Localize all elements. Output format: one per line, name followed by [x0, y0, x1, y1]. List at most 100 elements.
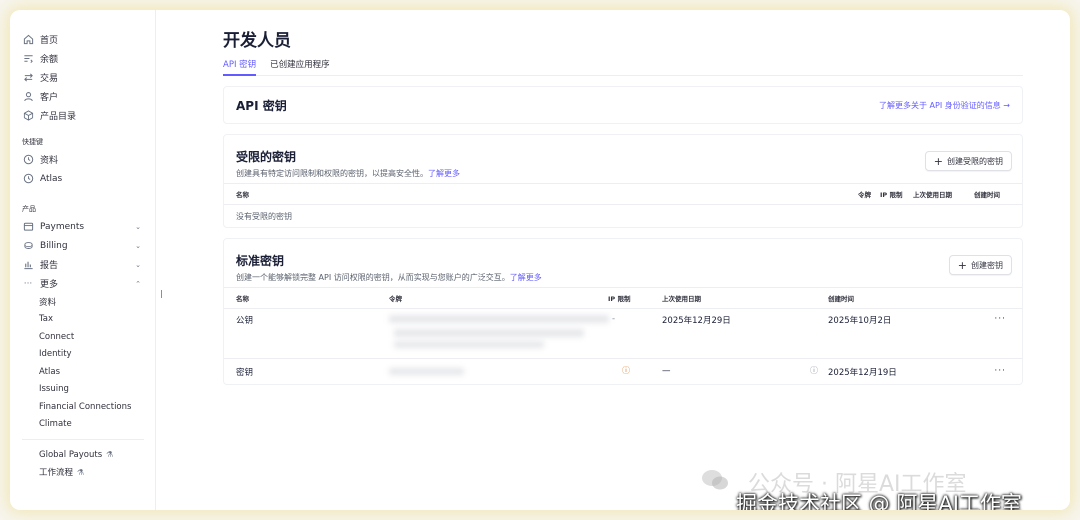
key-name: 密钥 [236, 368, 254, 378]
sidebar-item-label: 首页 [40, 36, 59, 46]
warning-icon[interactable]: ⓘ [622, 365, 630, 376]
column-header-token: 令牌 [858, 191, 871, 199]
sidebar-item-balance[interactable]: 余额 [10, 49, 155, 68]
payments-icon [22, 221, 34, 233]
app-window: 首页 余额 交易 客户 产品目录 快捷键 资料 Atlas 产品 Payment… [10, 10, 1070, 510]
button-label: 创建密钥 [971, 260, 1003, 270]
sidebar-item-label: 产品目录 [40, 112, 77, 122]
sidebar-item-customers[interactable]: 客户 [10, 87, 155, 106]
more-icon: ··· [23, 278, 33, 289]
restricted-keys-heading: 受限的密钥 [236, 150, 297, 164]
main-content: 开发人员 API 密钥 已创建应用程序 API 密钥 了解更多关于 API 身份… [223, 26, 1023, 385]
column-header-last-used: 上次使用日期 [913, 191, 952, 199]
sidebar-subitem-climate[interactable]: Climate [10, 416, 155, 434]
column-header-ip: IP 限制 [608, 295, 631, 303]
created-date: 2025年12月19日 [828, 368, 897, 378]
redacted-token [394, 329, 584, 337]
chevron-down-icon[interactable]: ⌄ [135, 242, 141, 250]
home-icon [22, 34, 34, 46]
sidebar-item-billing[interactable]: Billing ⌄ [10, 236, 155, 255]
plus-icon: + [957, 258, 967, 272]
sidebar-subitem-atlas[interactable]: Atlas [10, 363, 155, 381]
sidebar-item-label: 交易 [40, 74, 59, 84]
last-used-date: 2025年12月29日 [662, 316, 731, 326]
api-keys-header-card: API 密钥 了解更多关于 API 身份验证的信息 → [223, 86, 1023, 124]
create-restricted-key-button[interactable]: + 创建受限的密钥 [924, 151, 1012, 171]
description-text: 创建具有特定访问限制和权限的密钥，以提高安全性。 [236, 169, 428, 178]
restricted-keys-table-header: 名称 令牌 IP 限制 上次使用日期 创建时间 [224, 183, 1022, 205]
tab-api-keys[interactable]: API 密钥 [223, 58, 257, 76]
customer-icon [22, 91, 34, 103]
sidebar-divider [22, 439, 144, 440]
sidebar-item-reports[interactable]: 报告 ⌄ [10, 255, 155, 274]
standard-keys-description: 创建一个能够解锁完整 API 访问权限的密钥，从而实现与您账户的广泛交互。了解更… [236, 272, 1022, 283]
row-menu-button[interactable]: ··· [994, 366, 1006, 376]
ip-restriction-value: - [612, 314, 616, 324]
sidebar-item-global-payouts[interactable]: Global Payouts ⚗ [10, 446, 155, 464]
sidebar-item-label: 更多 [40, 280, 59, 290]
description-text: 创建一个能够解锁完整 API 访问权限的密钥，从而实现与您账户的广泛交互。 [236, 273, 510, 282]
sidebar-item-label: Billing [40, 240, 68, 251]
chevron-up-icon[interactable]: ⌃ [135, 280, 141, 288]
billing-icon [22, 240, 34, 252]
chevron-down-icon[interactable]: ⌄ [135, 223, 141, 231]
sidebar-item-home[interactable]: 首页 [10, 30, 155, 49]
info-icon[interactable]: ⓘ [810, 365, 818, 376]
column-header-name: 名称 [236, 295, 249, 303]
sidebar-item-workflows[interactable]: 工作流程 ⚗ [10, 464, 155, 482]
button-label: 创建受限的密钥 [947, 156, 1003, 166]
sidebar-shortcut-atlas[interactable]: Atlas [10, 169, 155, 188]
standard-keys-section: 标准密钥 创建一个能够解锁完整 API 访问权限的密钥，从而实现与您账户的广泛交… [223, 238, 1023, 385]
column-header-name: 名称 [236, 191, 249, 199]
column-header-ip: IP 限制 [880, 191, 903, 199]
chevron-down-icon[interactable]: ⌄ [135, 261, 141, 269]
column-header-token: 令牌 [389, 295, 402, 303]
learn-more-link[interactable]: 了解更多 [510, 273, 542, 282]
sidebar-item-label: 工作流程 [39, 468, 74, 479]
wechat-logo-icon [702, 470, 728, 490]
sidebar-subitem-issuing[interactable]: Issuing [10, 381, 155, 399]
sidebar-item-more[interactable]: ··· 更多 ⌃ [10, 274, 155, 293]
sidebar-subitem-connect[interactable]: Connect [10, 328, 155, 346]
balance-icon [22, 53, 34, 65]
tab-created-apps[interactable]: 已创建应用程序 [270, 58, 330, 76]
beta-flask-icon: ⚗ [106, 450, 114, 460]
sidebar-resize-handle[interactable] [161, 290, 162, 298]
sidebar-subitem-financial-connections[interactable]: Financial Connections [10, 398, 155, 416]
sidebar-item-label: 资料 [40, 156, 59, 166]
sidebar-item-label: 余额 [40, 55, 59, 65]
sidebar-item-label: Atlas [40, 173, 63, 184]
table-row[interactable]: 密钥 ⓘ — ⓘ 2025年12月19日 ··· [224, 359, 1022, 384]
restricted-keys-description: 创建具有特定访问限制和权限的密钥，以提高安全性。了解更多 [236, 168, 1022, 179]
tab-bar: API 密钥 已创建应用程序 [223, 58, 1023, 76]
beta-flask-icon: ⚗ [77, 467, 85, 477]
sidebar-subitem-tax[interactable]: Tax [10, 311, 155, 329]
sidebar-item-transactions[interactable]: 交易 [10, 68, 155, 87]
plus-icon: + [933, 154, 943, 168]
sidebar-item-product-catalog[interactable]: 产品目录 [10, 106, 155, 125]
redacted-token [389, 315, 609, 323]
standard-keys-header: 标准密钥 创建一个能够解锁完整 API 访问权限的密钥，从而实现与您账户的广泛交… [224, 239, 1022, 287]
create-key-button[interactable]: + 创建密钥 [948, 255, 1012, 275]
sidebar-subitem-profile[interactable]: 资料 [10, 293, 155, 311]
key-name: 公钥 [236, 316, 254, 326]
learn-auth-link[interactable]: 了解更多关于 API 身份验证的信息 → [879, 100, 1010, 111]
sidebar-subitem-identity[interactable]: Identity [10, 346, 155, 364]
product-catalog-icon [22, 110, 34, 122]
column-header-last-used: 上次使用日期 [662, 295, 701, 303]
sidebar-shortcut-profile[interactable]: 资料 [10, 150, 155, 169]
shortcuts-section-label: 快捷键 [22, 138, 43, 146]
sidebar-item-label: Global Payouts [39, 449, 103, 460]
row-menu-button[interactable]: ··· [994, 314, 1006, 324]
last-used-date: — [662, 366, 671, 376]
sidebar: 首页 余额 交易 客户 产品目录 快捷键 资料 Atlas 产品 Payment… [10, 10, 156, 510]
restricted-keys-empty-state: 没有受限的密钥 [236, 211, 292, 221]
redacted-token [394, 341, 544, 348]
sidebar-item-payments[interactable]: Payments ⌄ [10, 217, 155, 236]
table-row[interactable]: 公钥 - 2025年12月29日 2025年10月2日 ··· [224, 309, 1022, 359]
learn-more-link[interactable]: 了解更多 [428, 169, 460, 178]
sidebar-item-label: 报告 [40, 261, 59, 271]
transactions-icon [22, 72, 34, 84]
api-keys-heading: API 密钥 [236, 98, 287, 113]
clock-icon [22, 173, 34, 185]
